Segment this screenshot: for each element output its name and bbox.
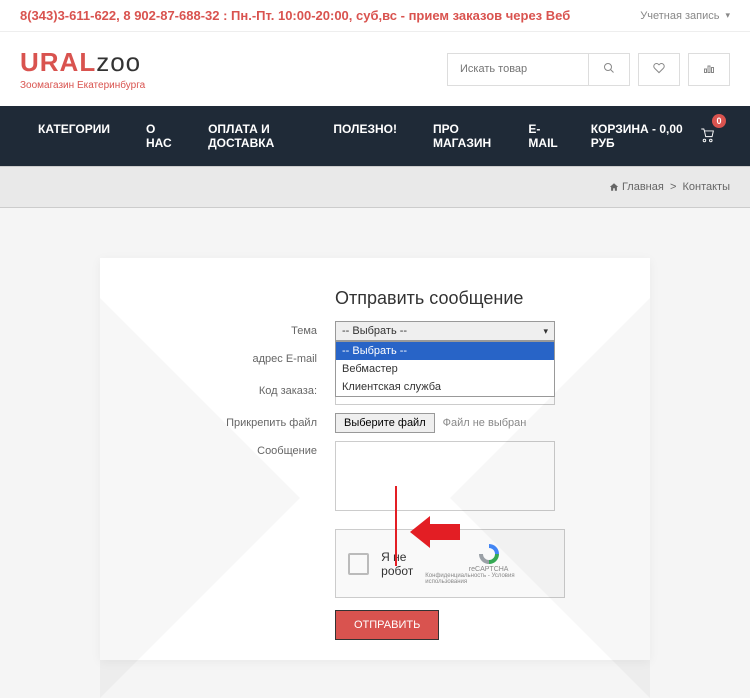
header-tools bbox=[447, 53, 730, 86]
nav-links: КАТЕГОРИИ О НАС ОПЛАТА И ДОСТАВКА ПОЛЕЗН… bbox=[20, 106, 576, 166]
header: URALzoo Зоомагазин Екатеринбурга bbox=[0, 32, 750, 106]
account-menu[interactable]: Учетная запись ▾ bbox=[640, 10, 730, 22]
annotation-arrow bbox=[410, 516, 460, 548]
phone-hours: 8(343)3-611-622, 8 902-87-688-32 : Пн.-П… bbox=[20, 8, 570, 23]
search-box bbox=[447, 53, 630, 86]
topic-select[interactable]: -- Выбрать -- ▾ bbox=[335, 321, 555, 341]
account-label: Учетная запись bbox=[640, 10, 719, 22]
topic-dropdown: -- Выбрать -- Вебмастер Клиентская служб… bbox=[335, 341, 555, 397]
annotation-line bbox=[395, 486, 397, 566]
topic-select-value: -- Выбрать -- bbox=[342, 325, 407, 337]
compare-icon bbox=[703, 62, 715, 74]
nav-delivery[interactable]: ОПЛАТА И ДОСТАВКА bbox=[190, 106, 315, 166]
envelope-flap-left bbox=[100, 298, 300, 698]
chevron-down-icon: ▾ bbox=[725, 10, 730, 21]
cart-count-badge: 0 bbox=[712, 114, 726, 128]
nav-useful[interactable]: ПОЛЕЗНО! bbox=[315, 106, 415, 166]
breadcrumb-current: Контакты bbox=[682, 181, 730, 193]
search-button[interactable] bbox=[588, 54, 629, 85]
logo-tagline: Зоомагазин Екатеринбурга bbox=[20, 80, 145, 91]
cart-label: КОРЗИНА - 0,00 РУБ bbox=[591, 122, 692, 150]
chevron-down-icon: ▾ bbox=[543, 326, 548, 337]
home-icon bbox=[609, 182, 619, 192]
logo[interactable]: URALzoo Зоомагазин Екатеринбурга bbox=[20, 47, 145, 91]
contact-form-panel: Отправить сообщение Тема -- Выбрать -- ▾… bbox=[100, 258, 650, 660]
search-icon bbox=[603, 62, 615, 74]
topic-option-support[interactable]: Клиентская служба bbox=[336, 378, 554, 396]
top-bar: 8(343)3-611-622, 8 902-87-688-32 : Пн.-П… bbox=[0, 0, 750, 32]
logo-text: URALzoo bbox=[20, 47, 145, 78]
arrow-head-icon bbox=[410, 516, 430, 548]
compare-button[interactable] bbox=[688, 53, 730, 86]
captcha-checkbox[interactable] bbox=[348, 553, 369, 575]
search-input[interactable] bbox=[448, 54, 588, 85]
nav-store[interactable]: ПРО МАГАЗИН bbox=[415, 106, 510, 166]
cart-icon bbox=[700, 127, 715, 145]
logo-brand-1: URAL bbox=[20, 47, 96, 77]
heart-icon bbox=[653, 62, 665, 74]
main-nav: КАТЕГОРИИ О НАС ОПЛАТА И ДОСТАВКА ПОЛЕЗН… bbox=[0, 106, 750, 166]
breadcrumb-home[interactable]: Главная bbox=[622, 181, 664, 193]
logo-brand-2: zoo bbox=[96, 47, 141, 77]
nav-categories[interactable]: КАТЕГОРИИ bbox=[20, 106, 128, 166]
main-content: Отправить сообщение Тема -- Выбрать -- ▾… bbox=[0, 208, 750, 680]
topic-select-wrap: -- Выбрать -- ▾ -- Выбрать -- Вебмастер … bbox=[335, 321, 555, 341]
nav-about[interactable]: О НАС bbox=[128, 106, 190, 166]
captcha-label: Я не робот bbox=[381, 550, 413, 578]
wishlist-button[interactable] bbox=[638, 53, 680, 86]
submit-button[interactable]: ОТПРАВИТЬ bbox=[335, 610, 439, 640]
cart-button[interactable]: КОРЗИНА - 0,00 РУБ 0 bbox=[576, 106, 730, 166]
topic-option-webmaster[interactable]: Вебмастер bbox=[336, 360, 554, 378]
nav-email[interactable]: E-MAIL bbox=[510, 106, 575, 166]
file-choose-button[interactable]: Выберите файл bbox=[335, 413, 435, 433]
breadcrumb: Главная > Контакты bbox=[0, 166, 750, 208]
arrow-body bbox=[430, 524, 460, 540]
topic-option-placeholder[interactable]: -- Выбрать -- bbox=[336, 342, 554, 360]
